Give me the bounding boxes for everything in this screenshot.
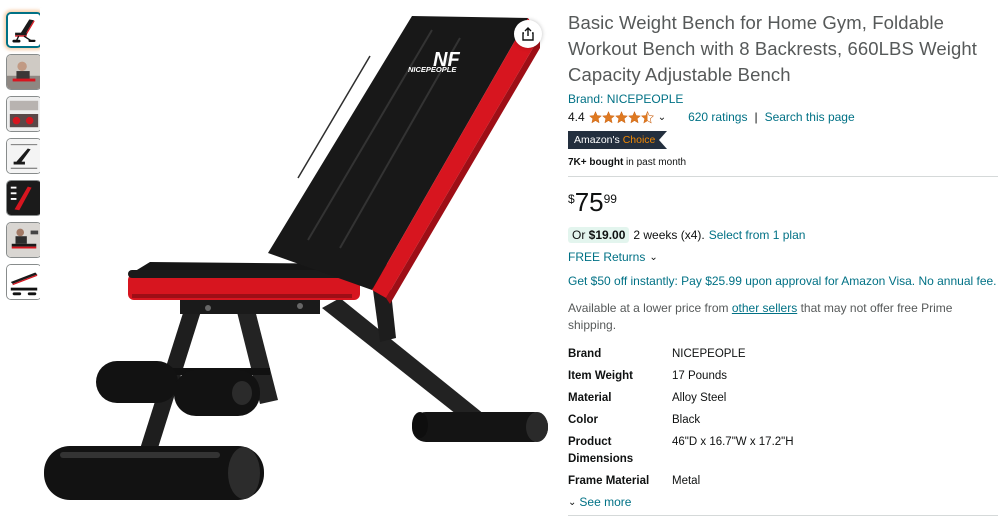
free-returns[interactable]: FREE Returns ⌄ [568, 250, 998, 264]
spec-row: Material Alloy Steel [568, 390, 998, 407]
divider [568, 176, 998, 177]
bought-info: 7K+ bought in past month [568, 157, 998, 168]
lower-price-text-before: Available at a lower price from [568, 301, 732, 315]
price-symbol: $ [568, 192, 575, 206]
spec-key: Frame Material [568, 475, 650, 487]
spec-key: Material [568, 392, 612, 404]
feature-thumbnail-icon [7, 181, 41, 215]
brand-link[interactable]: Brand: NICEPEOPLE [568, 92, 998, 106]
price-whole: 75 [574, 187, 604, 217]
spec-key: Color [568, 414, 599, 426]
thumbnail-strip [6, 12, 44, 306]
thumbnail-5[interactable] [6, 180, 42, 216]
spec-key: Product Dimensions [568, 436, 634, 465]
star-half-icon [640, 110, 654, 123]
bench-thumbnail-icon [8, 14, 40, 46]
spec-value: Alloy Steel [672, 392, 727, 404]
star-full-icon [627, 110, 641, 123]
share-icon [522, 27, 534, 41]
select-plan-link[interactable]: Select from 1 plan [709, 228, 806, 242]
lifestyle-thumbnail-icon [7, 55, 41, 89]
price: $ 75 99 [568, 189, 998, 217]
see-more-label: See more [579, 495, 632, 509]
brand-logo-text: NICEPEOPLE [408, 65, 457, 74]
thumbnail-3[interactable] [6, 96, 42, 132]
product-specs-table: Brand NICEPEOPLE Item Weight 17 Pounds Mat… [568, 346, 998, 490]
product-title: Basic Weight Bench for Home Gym, Foldabl… [568, 12, 977, 85]
usage-thumbnail-icon [7, 223, 41, 257]
divider [568, 515, 998, 516]
bought-period: in past month [623, 157, 687, 168]
plan-or-label: Or [572, 228, 589, 242]
other-sellers-link[interactable]: other sellers [732, 301, 797, 315]
thumbnail-7[interactable] [6, 264, 42, 300]
folded-thumbnail-icon [7, 265, 41, 299]
spec-row: Brand NICEPEOPLE [568, 346, 998, 363]
rating-row: 4.4 ⌄ 620 ratings | Search this page [568, 109, 998, 125]
spec-key: Brand [568, 348, 602, 360]
spec-row: Frame Material Metal [568, 473, 998, 490]
share-button[interactable] [514, 20, 542, 48]
thumbnail-4[interactable] [6, 138, 42, 174]
free-returns-label: FREE Returns [568, 250, 646, 264]
plan-amount-badge: Or $19.00 [568, 227, 630, 243]
price-fraction: 99 [603, 192, 617, 206]
visa-promo-link[interactable]: Get $50 off instantly: Pay $25.99 upon a… [568, 274, 998, 288]
choice-label-choice: Choice [622, 134, 656, 146]
star-rating[interactable] [588, 110, 654, 124]
search-this-page-link[interactable]: Search this page [765, 110, 855, 124]
see-more-link[interactable]: ⌄ See more [568, 495, 998, 509]
plan-amount: $19.00 [588, 228, 626, 242]
product-info-panel: Basic Weight Bench for Home Gym, Foldabl… [568, 10, 998, 516]
bought-count: 7K+ bought [568, 157, 624, 168]
lower-price-notice: Available at a lower price from other se… [568, 300, 998, 334]
chevron-down-icon[interactable]: ⌄ [658, 112, 666, 123]
spec-row: Product Dimensions 46"D x 16.7"W x 17.2"H [568, 434, 998, 468]
weight-bench-image: NF NICEPEOPLE [40, 8, 550, 518]
rating-value: 4.4 [568, 110, 585, 124]
choice-label-amazons: Amazon's [574, 134, 620, 146]
ratings-count-link[interactable]: 620 ratings [688, 110, 747, 124]
spec-row: Color Black [568, 412, 998, 429]
spec-value: Metal [672, 475, 701, 487]
detail-thumbnail-icon [7, 97, 41, 131]
spec-value: Black [672, 414, 701, 426]
main-product-image[interactable]: NF NICEPEOPLE [40, 8, 550, 518]
spec-key: Item Weight [568, 370, 633, 382]
star-full-icon [614, 110, 628, 123]
chevron-down-icon: ⌄ [649, 251, 658, 263]
dimensions-thumbnail-icon [7, 139, 41, 173]
separator: | [754, 110, 758, 124]
thumbnail-6[interactable] [6, 222, 42, 258]
star-full-icon [588, 110, 602, 123]
amazons-choice-badge: Amazon's Choice [568, 131, 668, 149]
plan-details: 2 weeks (x4). [633, 228, 705, 242]
payment-plan: Or $19.00 2 weeks (x4). Select from 1 pl… [568, 227, 998, 243]
thumbnail-2[interactable] [6, 54, 42, 90]
chevron-down-icon: ⌄ [568, 496, 577, 508]
spec-value: NICEPEOPLE [672, 348, 746, 360]
star-full-icon [601, 110, 615, 123]
spec-value: 17 Pounds [672, 370, 727, 382]
spec-row: Item Weight 17 Pounds [568, 368, 998, 385]
thumbnail-1[interactable] [6, 12, 42, 48]
spec-value: 46"D x 16.7"W x 17.2"H [672, 436, 794, 448]
